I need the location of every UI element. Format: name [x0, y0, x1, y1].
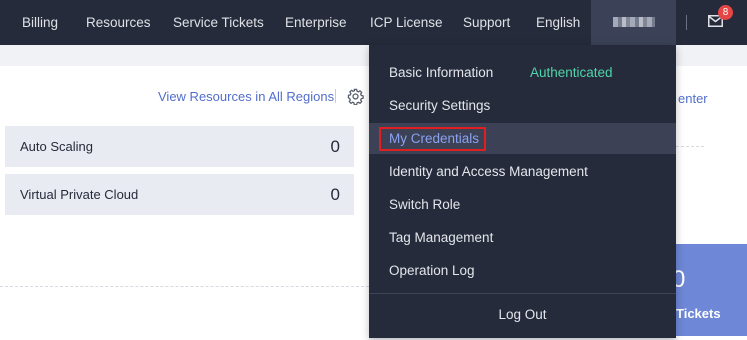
menu-item-label: Identity and Access Management [389, 164, 588, 179]
resource-card-auto-scaling[interactable]: Auto Scaling 0 [5, 126, 354, 167]
account-dropdown-menu: Basic Information Authenticated Security… [369, 45, 676, 338]
nav-resources[interactable]: Resources [86, 0, 151, 45]
resource-count: 0 [330, 137, 340, 156]
right-panel-divider [676, 146, 704, 147]
menu-item-tag-management[interactable]: Tag Management [369, 222, 676, 253]
gear-icon[interactable] [347, 88, 364, 105]
nav-divider [686, 15, 687, 30]
menu-item-label: Operation Log [389, 263, 475, 278]
link-divider [335, 89, 336, 103]
menu-item-identity-access-management[interactable]: Identity and Access Management [369, 156, 676, 187]
menu-item-label: Switch Role [389, 197, 461, 212]
nav-billing[interactable]: Billing [22, 0, 58, 45]
resource-count: 0 [330, 185, 340, 204]
authentication-status: Authenticated [530, 65, 613, 80]
notification-badge: 8 [718, 5, 733, 20]
menu-item-label: Tag Management [389, 230, 494, 245]
menu-item-operation-log[interactable]: Operation Log [369, 255, 676, 286]
tickets-banner[interactable] [676, 244, 747, 336]
menu-item-switch-role[interactable]: Switch Role [369, 189, 676, 220]
account-menu-trigger[interactable] [591, 0, 676, 45]
menu-item-label: My Credentials [389, 131, 480, 146]
section-divider [0, 286, 369, 287]
menu-divider [369, 293, 676, 294]
nav-enterprise[interactable]: Enterprise [285, 0, 347, 45]
resource-label: Auto Scaling [20, 139, 93, 154]
right-panel-link[interactable]: enter [678, 91, 708, 106]
menu-item-security-settings[interactable]: Security Settings [369, 90, 676, 121]
nav-support[interactable]: Support [463, 0, 510, 45]
menu-item-label: Security Settings [389, 98, 491, 113]
resource-card-vpc[interactable]: Virtual Private Cloud 0 [5, 174, 354, 215]
menu-item-log-out[interactable]: Log Out [369, 299, 676, 330]
menu-item-my-credentials[interactable]: My Credentials [369, 123, 676, 154]
nav-service-tickets[interactable]: Service Tickets [173, 0, 264, 45]
top-navigation-bar: Billing Resources Service Tickets Enterp… [0, 0, 747, 45]
resource-label: Virtual Private Cloud [20, 187, 139, 202]
account-name-redacted [613, 17, 655, 27]
menu-item-basic-information[interactable]: Basic Information Authenticated [369, 57, 676, 88]
log-out-label: Log Out [498, 307, 547, 322]
nav-language[interactable]: English [536, 0, 580, 45]
nav-icp-license[interactable]: ICP License [370, 0, 443, 45]
menu-item-label: Basic Information [389, 65, 494, 80]
tickets-banner-label: Tickets [676, 306, 721, 321]
view-all-regions-link[interactable]: View Resources in All Regions [158, 89, 334, 104]
